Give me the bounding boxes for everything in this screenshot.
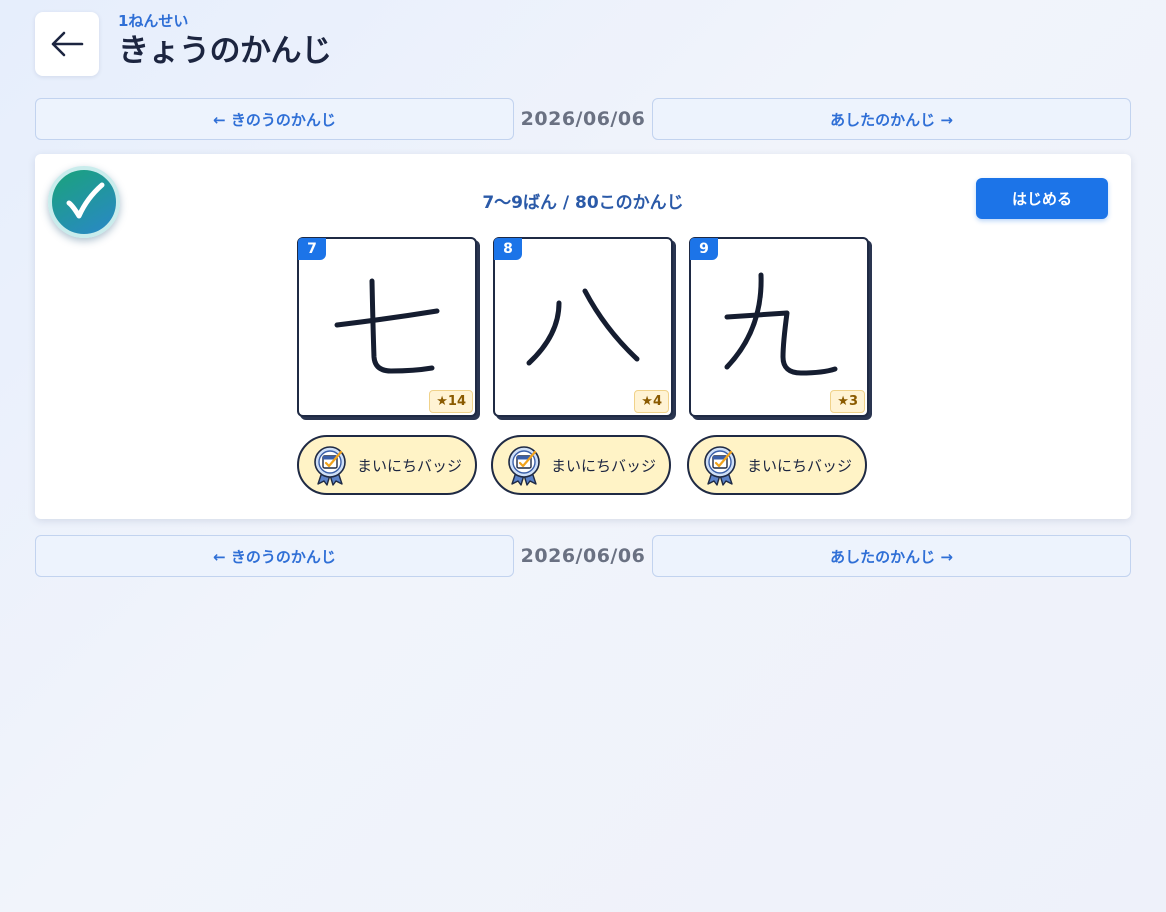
day-nav-top: ← きのうのかんじ 2026/06/06 あしたのかんじ → [35,98,1131,140]
current-date: 2026/06/06 [520,545,646,567]
daily-badge[interactable]: まいにちバッジ [297,435,477,495]
kanji-star-count: ★14 [429,390,473,413]
ribbon-badge-icon [314,446,346,486]
kanji-list: 7 ★14 まいにちバッジ 8 ★4 まいにちバッジ 9 ★3 まいにちバッジ [297,237,885,495]
kanji-glyph [526,288,640,366]
kanji-glyph [724,272,838,376]
current-date: 2026/06/06 [520,108,646,130]
badge-label: まいにちバッジ [357,456,463,475]
back-button[interactable] [35,12,99,76]
kanji-tile-9[interactable]: 9 ★3 [689,237,869,417]
prev-day-button[interactable]: ← きのうのかんじ [35,98,514,140]
page-title: きょうのかんじ [118,33,332,69]
arrow-left-icon [51,31,84,57]
daily-badge[interactable]: まいにちバッジ [491,435,671,495]
kanji-star-count: ★4 [634,390,669,413]
kanji-tile-8[interactable]: 8 ★4 [493,237,673,417]
kanji-tile-7[interactable]: 7 ★14 [297,237,477,417]
today-kanji-card: 7〜9ばん / 80このかんじ はじめる 7 ★14 まいにちバッジ 8 ★4 … [35,154,1131,519]
next-day-button[interactable]: あしたのかんじ → [652,535,1131,577]
badge-label: まいにちバッジ [551,456,657,475]
kanji-star-count: ★3 [830,390,865,413]
next-day-button[interactable]: あしたのかんじ → [652,98,1131,140]
page-header: 1ねんせい きょうのかんじ [35,12,332,76]
kanji-range-label: 7〜9ばん / 80このかんじ [482,193,684,213]
kanji-item: 9 ★3 まいにちバッジ [687,237,869,495]
start-button[interactable]: はじめる [976,178,1108,219]
kanji-item: 7 ★14 まいにちバッジ [297,237,477,495]
title-group: 1ねんせい きょうのかんじ [118,12,332,71]
prev-day-button[interactable]: ← きのうのかんじ [35,535,514,577]
ribbon-badge-icon [508,446,540,486]
grade-label: 1ねんせい [118,12,189,30]
ribbon-badge-icon [704,446,736,486]
day-nav-bottom: ← きのうのかんじ 2026/06/06 あしたのかんじ → [35,535,1131,577]
kanji-glyph [334,278,440,374]
daily-badge[interactable]: まいにちバッジ [687,435,867,495]
badge-label: まいにちバッジ [747,456,853,475]
kanji-item: 8 ★4 まいにちバッジ [491,237,673,495]
